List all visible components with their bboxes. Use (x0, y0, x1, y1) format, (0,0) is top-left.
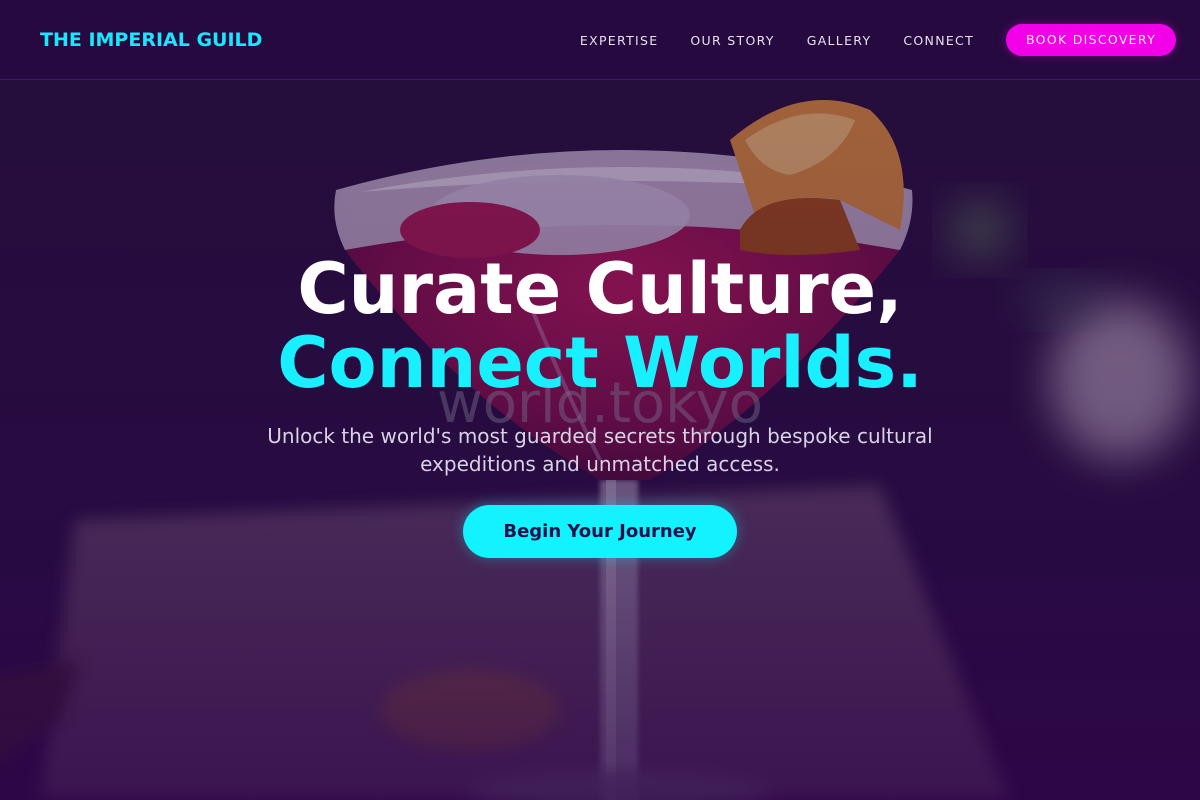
nav-link-our-story[interactable]: OUR STORY (690, 33, 774, 48)
hero-headline: Curate Culture, Connect Worlds. (0, 252, 1200, 400)
begin-journey-button[interactable]: Begin Your Journey (463, 505, 737, 558)
main-nav: EXPERTISE OUR STORY GALLERY CONNECT BOOK… (580, 24, 1176, 56)
nav-link-expertise[interactable]: EXPERTISE (580, 33, 659, 48)
headline-line-1: Curate Culture, (297, 248, 903, 330)
hero-subtext: Unlock the world's most guarded secrets … (267, 424, 933, 476)
hero-section: world.tokyo Curate Culture, Connect Worl… (0, 80, 1200, 800)
book-discovery-button[interactable]: BOOK DISCOVERY (1006, 24, 1176, 56)
headline-line-2: Connect Worlds. (277, 322, 923, 404)
page: THE IMPERIAL GUILD EXPERTISE OUR STORY G… (0, 0, 1200, 800)
site-logo[interactable]: THE IMPERIAL GUILD (40, 28, 262, 52)
nav-link-connect[interactable]: CONNECT (903, 33, 974, 48)
nav-link-gallery[interactable]: GALLERY (807, 33, 872, 48)
site-header: THE IMPERIAL GUILD EXPERTISE OUR STORY G… (0, 0, 1200, 80)
